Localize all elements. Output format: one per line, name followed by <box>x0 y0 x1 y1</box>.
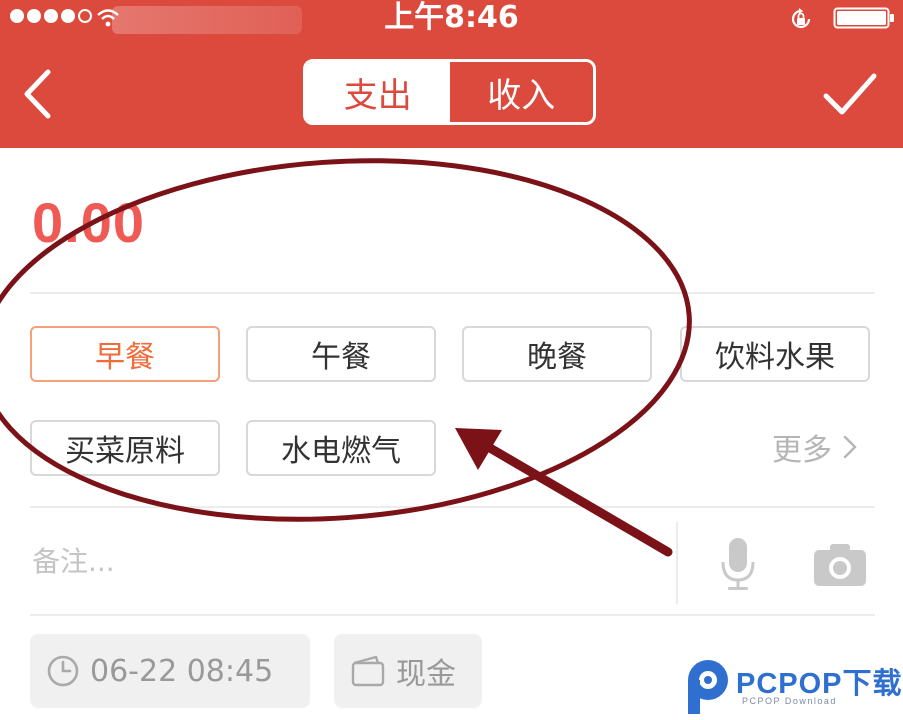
annotation-arrow-head <box>455 428 502 470</box>
category-chip-utilities[interactable]: 水电燃气 <box>246 420 436 476</box>
note-input[interactable]: 备注... <box>32 540 115 580</box>
more-label: 更多 <box>772 433 832 468</box>
checkmark-icon <box>823 73 877 115</box>
pcpop-logo-icon <box>688 660 728 714</box>
category-chip-dinner[interactable]: 晚餐 <box>462 326 652 382</box>
date-time-label: 06-22 08:45 <box>90 653 274 689</box>
battery-icon <box>833 7 894 29</box>
rotation-lock-icon <box>791 8 811 29</box>
tab-expense[interactable]: 支出 <box>306 62 450 122</box>
watermark: PCPOP下载 PCPOP Download <box>680 654 903 720</box>
status-time: 上午8:46 <box>384 0 519 35</box>
category-chip-drinks-fruit[interactable]: 饮料水果 <box>680 326 870 382</box>
divider <box>30 614 875 616</box>
category-chip-lunch[interactable]: 午餐 <box>246 326 436 382</box>
more-categories-button[interactable]: 更多 <box>772 424 858 470</box>
date-time-button[interactable]: 06-22 08:45 <box>30 634 310 708</box>
wallet-icon <box>351 655 385 687</box>
status-bar: 上午8:46 <box>0 0 903 36</box>
divider <box>30 292 875 294</box>
chevron-right-icon <box>843 435 857 459</box>
microphone-icon[interactable] <box>718 536 758 592</box>
type-segmented-control: 支出 收入 <box>303 59 596 125</box>
account-label: 现金 <box>396 657 456 692</box>
header-bar: 上午8:46 支出 收入 <box>0 0 903 148</box>
chevron-left-icon <box>24 69 51 119</box>
vertical-divider <box>676 522 678 604</box>
camera-icon[interactable] <box>812 542 868 588</box>
clock-icon <box>47 655 79 687</box>
watermark-subtitle: PCPOP Download <box>742 696 837 706</box>
annotation-arrow-shaft <box>485 443 673 557</box>
back-button[interactable] <box>18 68 58 120</box>
account-button[interactable]: 现金 <box>334 634 482 708</box>
confirm-button[interactable] <box>822 72 878 118</box>
divider <box>30 506 875 508</box>
amount-display[interactable]: 0.00 <box>32 190 145 255</box>
category-chip-breakfast[interactable]: 早餐 <box>30 326 220 382</box>
category-chip-groceries[interactable]: 买菜原料 <box>30 420 220 476</box>
tab-income[interactable]: 收入 <box>450 62 594 122</box>
